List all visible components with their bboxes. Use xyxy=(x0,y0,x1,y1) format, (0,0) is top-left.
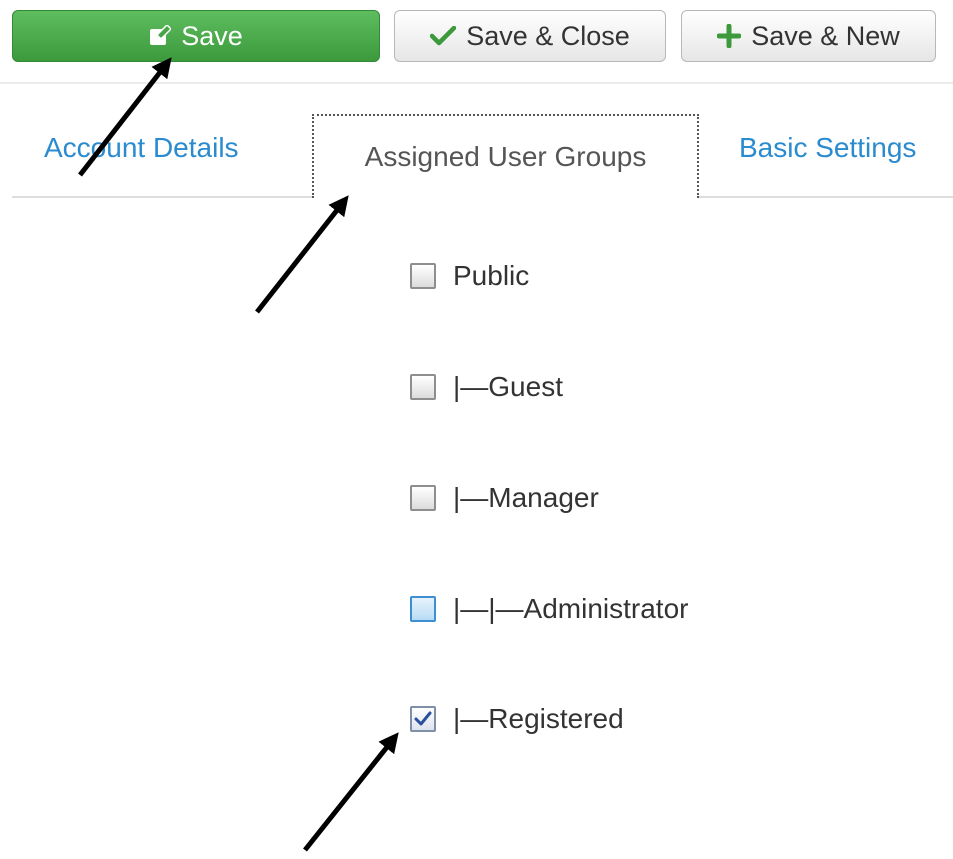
save-button-label: Save xyxy=(181,20,243,51)
checkmark-icon xyxy=(414,711,432,726)
save-button[interactable]: Save xyxy=(12,10,380,62)
save-new-button-label: Save & New xyxy=(751,20,900,51)
plus-icon xyxy=(717,24,742,48)
group-label-guest: |—Guest xyxy=(453,371,563,402)
toolbar: Save Save & Close Save & New xyxy=(0,0,953,84)
tab-assigned-user-groups[interactable]: Assigned User Groups xyxy=(312,114,699,198)
group-row-administrator: |—|—Administrator xyxy=(410,591,688,627)
tab-bar: Account Details Assigned User Groups Bas… xyxy=(0,82,953,200)
group-row-manager: |—Manager xyxy=(410,480,599,516)
group-row-public: Public xyxy=(410,258,529,294)
group-checkbox-guest[interactable] xyxy=(410,374,436,400)
save-close-button[interactable]: Save & Close xyxy=(394,10,666,62)
group-row-registered: |—Registered xyxy=(410,701,624,737)
group-label-manager: |—Manager xyxy=(453,482,599,513)
arrow-to-registered-checkbox xyxy=(303,732,399,852)
save-close-button-label: Save & Close xyxy=(466,20,630,51)
group-checkbox-administrator[interactable] xyxy=(410,596,436,622)
arrow-to-assigned-user-groups-tab xyxy=(255,195,349,314)
checkmark-icon xyxy=(430,26,457,46)
group-checkbox-registered[interactable] xyxy=(410,706,436,732)
group-checkbox-public[interactable] xyxy=(410,263,436,289)
group-label-registered: |—Registered xyxy=(453,703,624,734)
tab-assigned-user-groups-label: Assigned User Groups xyxy=(364,141,647,172)
tab-account-details[interactable]: Account Details xyxy=(44,132,239,164)
group-label-administrator: |—|—Administrator xyxy=(453,593,689,624)
tab-basic-settings[interactable]: Basic Settings xyxy=(739,132,916,164)
group-label-public: Public xyxy=(453,260,530,291)
user-edit-screen: Save Save & Close Save & New Account Det… xyxy=(0,0,953,859)
edit-icon xyxy=(149,25,172,47)
save-new-button[interactable]: Save & New xyxy=(681,10,936,62)
group-row-guest: |—Guest xyxy=(410,369,563,405)
group-checkbox-manager[interactable] xyxy=(410,485,436,511)
